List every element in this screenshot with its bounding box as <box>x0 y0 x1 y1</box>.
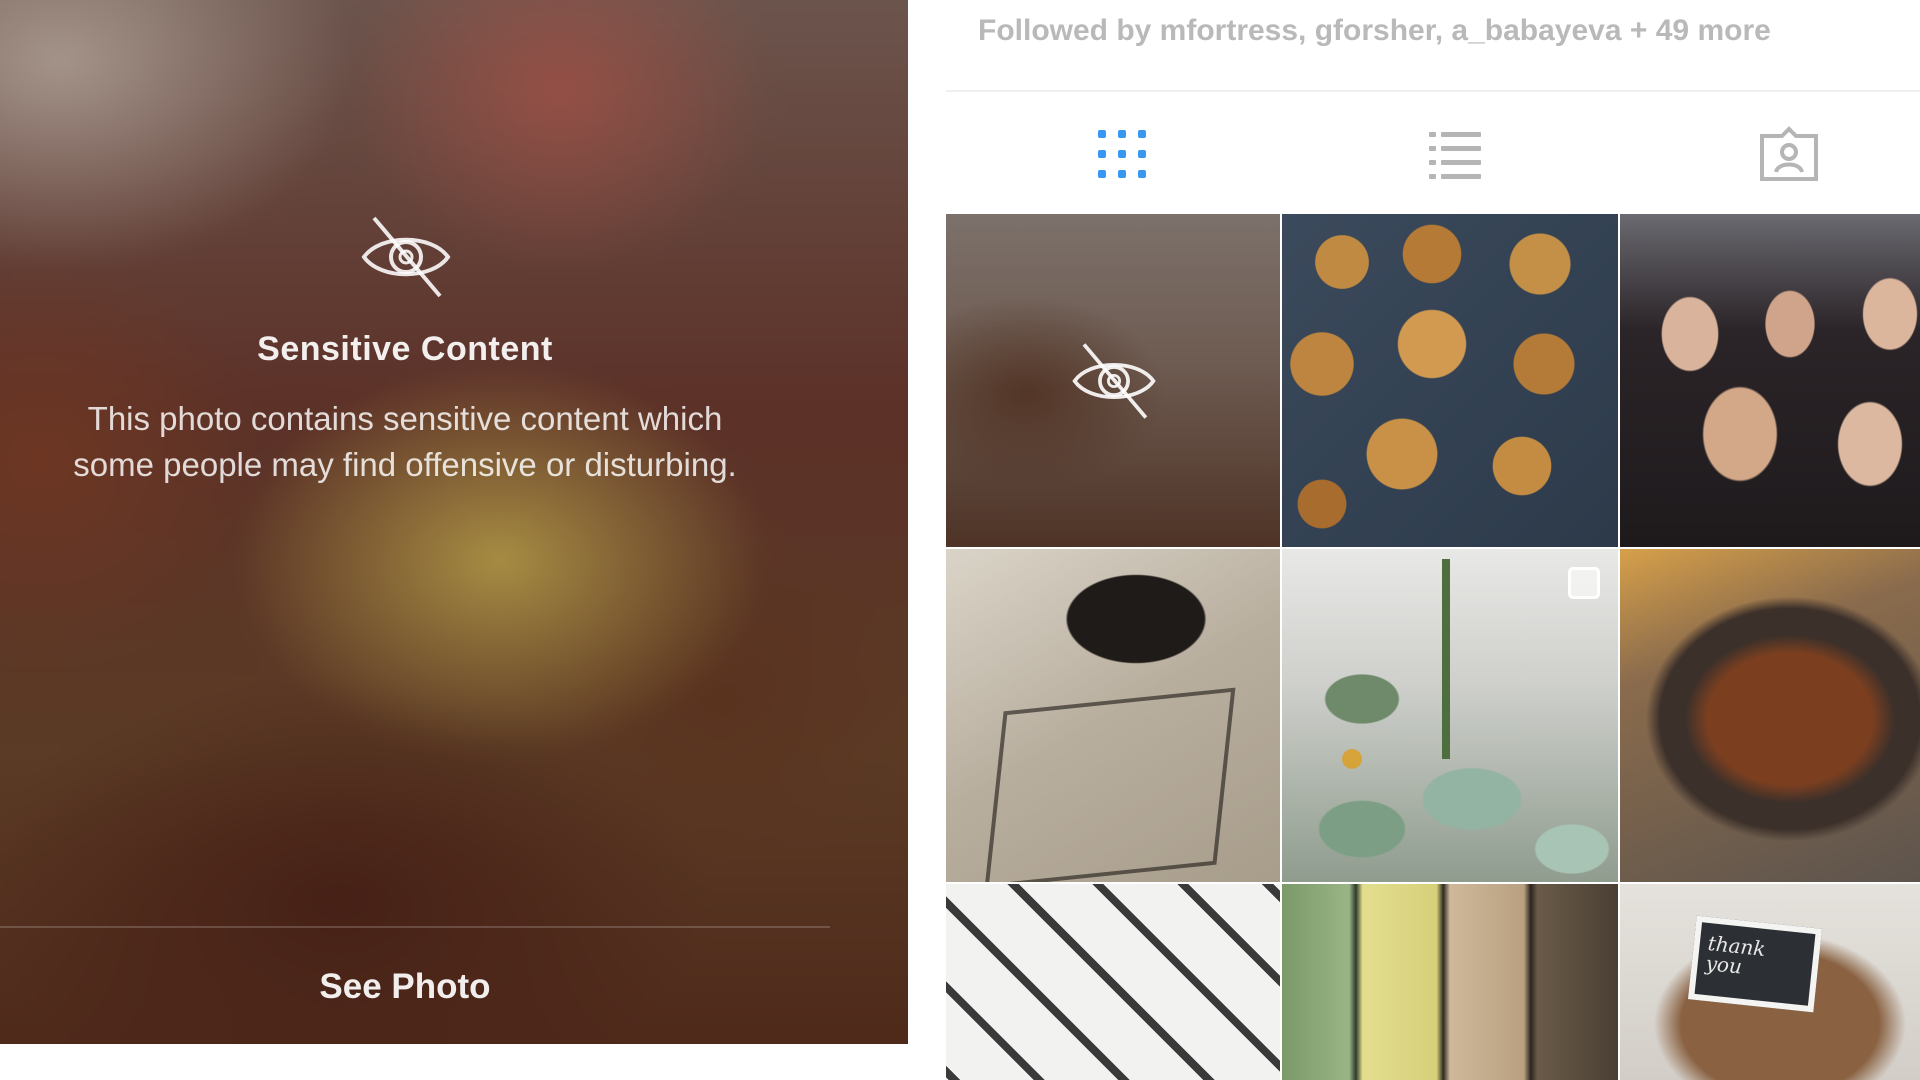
tab-grid-view[interactable] <box>1087 122 1157 186</box>
photo-grid: thank you <box>946 214 1920 1080</box>
sensitive-content-description: This photo contains sensitive content wh… <box>0 396 810 488</box>
eye-slash-icon <box>1072 343 1156 419</box>
grid-icon <box>1098 130 1146 178</box>
tagged-photos-icon <box>1760 126 1818 181</box>
followed-by-text: Followed by mfortress, gforsher, a_babay… <box>978 14 1771 47</box>
sensitive-content-title: Sensitive Content <box>257 330 553 368</box>
description-line-2: some people may find offensive or distur… <box>73 446 737 483</box>
grid-photo-food[interactable] <box>1282 214 1618 547</box>
profile-view-tabs <box>946 92 1920 212</box>
sensitive-content-overlay: Sensitive Content This photo contains se… <box>0 0 908 1044</box>
card-note-text: thank you <box>1687 915 1823 1013</box>
list-icon <box>1429 132 1481 179</box>
tab-tagged-photos[interactable] <box>1754 122 1824 186</box>
see-photo-button[interactable]: See Photo <box>0 952 810 1022</box>
grid-photo-bars[interactable] <box>1282 884 1618 1080</box>
grid-photo-tiles[interactable] <box>946 884 1280 1080</box>
grid-photo-noodles[interactable] <box>1620 549 1920 882</box>
eye-slash-icon <box>361 216 451 298</box>
multi-photo-icon <box>1568 567 1600 599</box>
grid-photo-sensitive[interactable] <box>946 214 1280 547</box>
grid-photo-group-selfie[interactable] <box>1620 214 1920 547</box>
grid-photo-plants[interactable] <box>1282 549 1618 882</box>
sensitive-content-message: Sensitive Content This photo contains se… <box>0 0 908 1044</box>
divider <box>0 926 830 928</box>
profile-view: Followed by mfortress, gforsher, a_babay… <box>946 0 1920 1080</box>
tab-list-view[interactable] <box>1420 122 1490 186</box>
description-line-1: This photo contains sensitive content wh… <box>87 400 723 437</box>
grid-photo-card[interactable]: thank you <box>1620 884 1920 1080</box>
grid-photo-chair-shadow[interactable] <box>946 549 1280 882</box>
